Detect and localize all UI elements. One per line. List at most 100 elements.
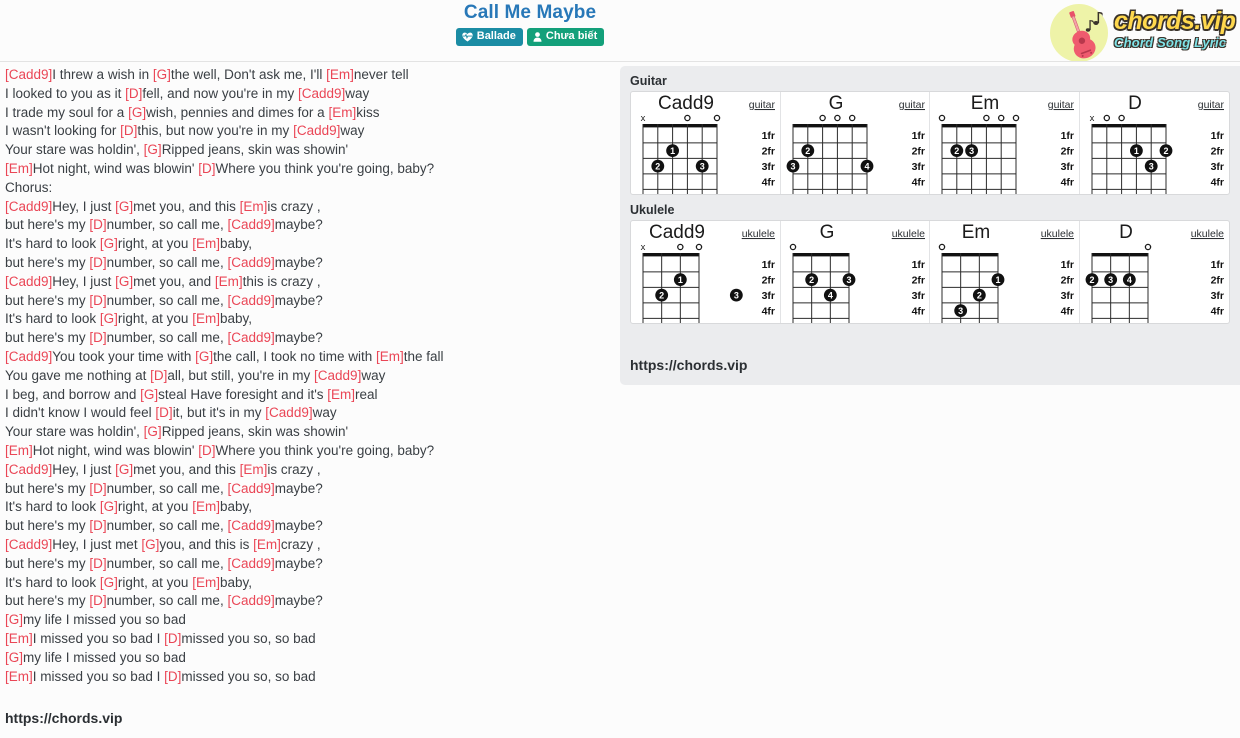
chord-token[interactable]: [G] xyxy=(153,67,171,82)
chord-token[interactable]: [D] xyxy=(89,518,106,533)
chord-token[interactable]: [Cadd9] xyxy=(314,368,361,383)
svg-text:4: 4 xyxy=(827,291,832,301)
lyric-line: It's hard to look [G]right, at you [Em]b… xyxy=(5,310,605,329)
chord-token[interactable]: [Cadd9] xyxy=(227,593,274,608)
chord-token[interactable]: [D] xyxy=(89,593,106,608)
chord-token[interactable]: [D] xyxy=(89,330,106,345)
svg-text:1: 1 xyxy=(678,275,683,285)
lyric-line: Your stare was holdin', [G]Ripped jeans,… xyxy=(5,423,605,442)
chord-token[interactable]: [Cadd9] xyxy=(227,556,274,571)
svg-text:3: 3 xyxy=(969,146,974,156)
chord-token[interactable]: [G] xyxy=(100,236,118,251)
chord-token[interactable]: [Cadd9] xyxy=(5,349,52,364)
svg-text:2: 2 xyxy=(1089,275,1094,285)
lyric-text: Hot night, wind was blowin' xyxy=(32,442,199,458)
chord-token[interactable]: [Cadd9] xyxy=(227,330,274,345)
chord-token[interactable]: [G] xyxy=(115,274,133,289)
chord-token[interactable]: [Em] xyxy=(240,462,268,477)
chord-token[interactable]: [Em] xyxy=(5,443,33,458)
chord-token[interactable]: [D] xyxy=(89,481,106,496)
chord-token[interactable]: [D] xyxy=(155,405,172,420)
chord-token[interactable]: [G] xyxy=(128,105,146,120)
chord-token[interactable]: [Cadd9] xyxy=(5,462,52,477)
lyric-line: I looked to you as it [D]fell, and now y… xyxy=(5,85,605,104)
svg-text:x: x xyxy=(1089,113,1094,124)
chord-token[interactable]: [G] xyxy=(144,424,162,439)
chord-token[interactable]: [Em] xyxy=(192,499,220,514)
chord-token[interactable]: [Cadd9] xyxy=(298,86,345,101)
chord-token[interactable]: [Em] xyxy=(215,274,243,289)
chord-token[interactable]: [Em] xyxy=(240,199,268,214)
lyric-text: the fall xyxy=(403,348,444,364)
chord-token[interactable]: [G] xyxy=(195,349,213,364)
panel-url[interactable]: https://chords.vip xyxy=(630,357,747,373)
lyric-text: right, at you xyxy=(117,499,193,515)
chord-token[interactable]: [Em] xyxy=(253,537,281,552)
chord-token[interactable]: [Cadd9] xyxy=(293,123,340,138)
svg-text:4: 4 xyxy=(864,162,869,172)
chord-diagram-d-ukulele[interactable]: Dukulele 1fr 2fr 3fr 4fr 2 3 4 xyxy=(1080,221,1230,323)
chord-token[interactable]: [G] xyxy=(100,499,118,514)
lyric-line: but here's my [D]number, so call me, [Ca… xyxy=(5,292,605,311)
chord-token[interactable]: [D] xyxy=(164,669,181,684)
status-badge-author[interactable]: Chưa biết xyxy=(526,28,605,46)
chord-token[interactable]: [D] xyxy=(198,443,215,458)
lyric-text: You gave me nothing at xyxy=(5,367,151,383)
chord-diagram-d-guitar[interactable]: Dguitar x 1fr 2fr 3fr 4fr 1 2 3 xyxy=(1080,92,1230,194)
chord-token[interactable]: [G] xyxy=(141,537,159,552)
chord-token[interactable]: [D] xyxy=(89,255,106,270)
chord-token[interactable]: [Cadd9] xyxy=(227,293,274,308)
chord-token[interactable]: [G] xyxy=(100,311,118,326)
chord-token[interactable]: [G] xyxy=(144,142,162,157)
chord-token[interactable]: [Em] xyxy=(5,669,33,684)
chord-token[interactable]: [D] xyxy=(198,161,215,176)
chord-token[interactable]: [Em] xyxy=(376,349,404,364)
chord-token[interactable]: [Cadd9] xyxy=(227,481,274,496)
chord-token[interactable]: [Em] xyxy=(327,387,355,402)
chord-token[interactable]: [Cadd9] xyxy=(227,255,274,270)
chord-diagram-em-guitar[interactable]: Em guitar 1fr 2fr 3fr 4fr 2 3 xyxy=(930,92,1080,194)
chord-diagram-g-guitar[interactable]: Gguitar 1fr 2fr 3fr 4fr 2 3 4 xyxy=(781,92,930,194)
chord-token[interactable]: [Em] xyxy=(5,631,33,646)
lyric-text: baby, xyxy=(219,499,252,515)
chord-token[interactable]: [Cadd9] xyxy=(227,217,274,232)
chord-token[interactable]: [D] xyxy=(150,368,167,383)
chord-diagram-cadd9-guitar[interactable]: Cadd9 guitar x 1fr 2fr 3fr 4fr 1 2 3 xyxy=(631,92,781,194)
chord-token[interactable]: [Cadd9] xyxy=(5,274,52,289)
chord-diagram-em-ukulele[interactable]: Em ukulele 1fr 2fr 3fr 4fr 1 2 3 xyxy=(930,221,1080,323)
chord-token[interactable]: [Em] xyxy=(328,105,356,120)
svg-text:2: 2 xyxy=(954,146,959,156)
chord-token[interactable]: [Em] xyxy=(5,161,33,176)
svg-text:2: 2 xyxy=(659,291,664,301)
chord-token[interactable]: [D] xyxy=(120,123,137,138)
lyric-text: Ripped jeans, skin was showin' xyxy=(161,142,349,158)
chord-token[interactable]: [D] xyxy=(164,631,181,646)
svg-text:4fr: 4fr xyxy=(762,177,775,189)
chord-diagram-cadd9-ukulele[interactable]: Cadd9 ukulele x 1fr 2fr 3fr 4fr 1 2 3 xyxy=(631,221,781,323)
status-badge-rhythm[interactable]: Ballade xyxy=(455,28,523,46)
chord-token[interactable]: [G] xyxy=(5,650,23,665)
chord-token[interactable]: [G] xyxy=(100,575,118,590)
footer-url[interactable]: https://chords.vip xyxy=(5,710,122,726)
site-logo[interactable]: chords.vip Chord Song Lyric xyxy=(1044,2,1240,62)
chord-token[interactable]: [Em] xyxy=(192,311,220,326)
chord-token[interactable]: [Em] xyxy=(192,575,220,590)
chord-token[interactable]: [Em] xyxy=(192,236,220,251)
chord-token[interactable]: [D] xyxy=(89,217,106,232)
chord-token[interactable]: [G] xyxy=(5,612,23,627)
chord-token[interactable]: [D] xyxy=(89,293,106,308)
chord-token[interactable]: [Cadd9] xyxy=(5,199,52,214)
chord-token[interactable]: [D] xyxy=(89,556,106,571)
chord-token[interactable]: [Cadd9] xyxy=(5,537,52,552)
lyric-text: but here's my xyxy=(5,593,90,609)
chord-token[interactable]: [Cadd9] xyxy=(5,67,52,82)
lyric-line: I trade my soul for a [G]wish, pennies a… xyxy=(5,104,605,123)
chord-token[interactable]: [Em] xyxy=(326,67,354,82)
chord-token[interactable]: [Cadd9] xyxy=(227,518,274,533)
chord-token[interactable]: [D] xyxy=(125,86,142,101)
chord-token[interactable]: [G] xyxy=(115,462,133,477)
chord-token[interactable]: [Cadd9] xyxy=(265,405,312,420)
chord-token[interactable]: [G] xyxy=(115,199,133,214)
chord-diagram-g-ukulele[interactable]: Gukulele 1fr 2fr 3fr 4fr 2 3 4 xyxy=(781,221,930,323)
chord-token[interactable]: [G] xyxy=(140,387,158,402)
